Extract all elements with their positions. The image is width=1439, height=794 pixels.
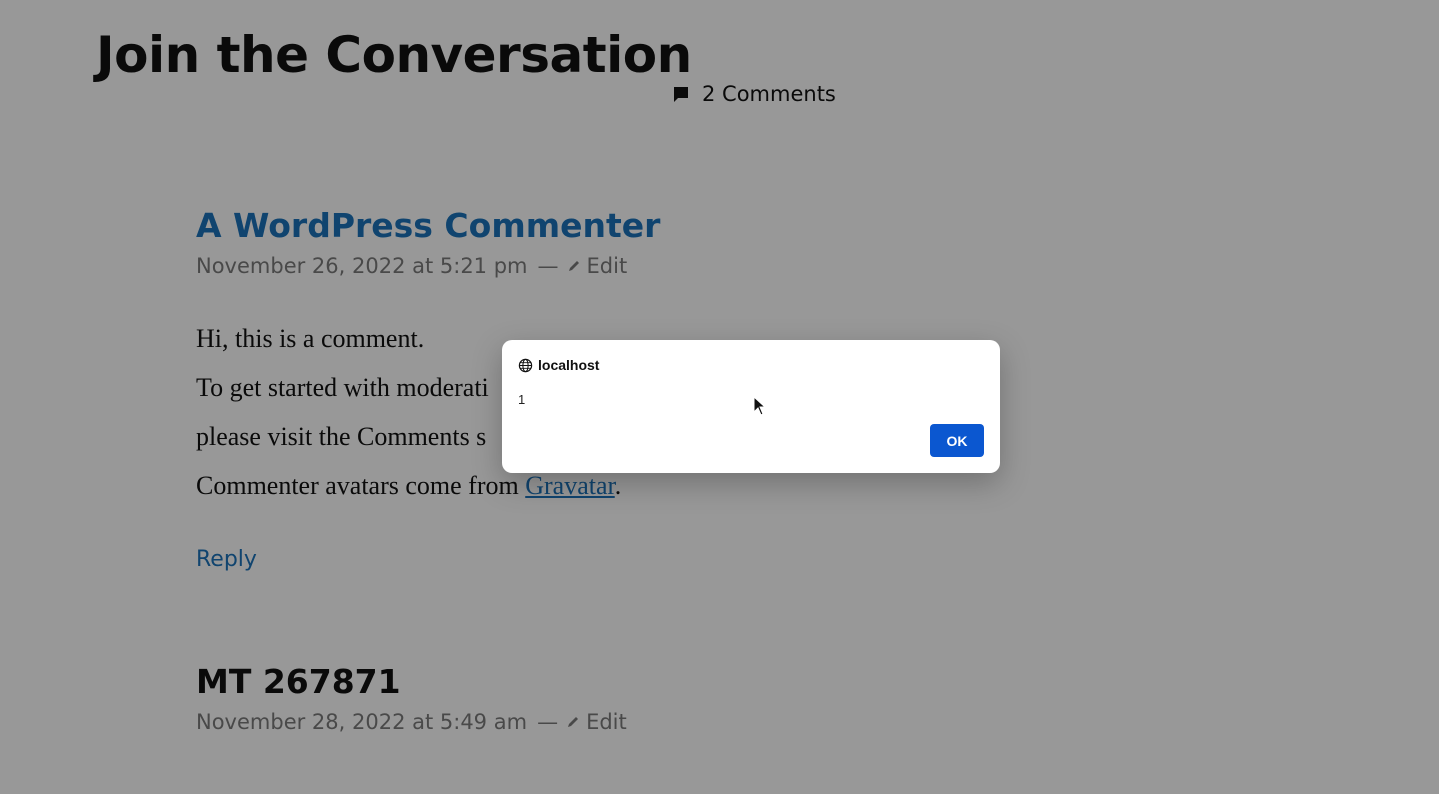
- dialog-message: 1: [518, 392, 526, 407]
- dialog-header: localhost: [518, 356, 984, 374]
- alert-dialog: localhost 1 OK: [502, 340, 1000, 473]
- ok-button[interactable]: OK: [930, 424, 984, 457]
- globe-icon: [518, 358, 533, 372]
- dialog-origin: localhost: [538, 357, 600, 373]
